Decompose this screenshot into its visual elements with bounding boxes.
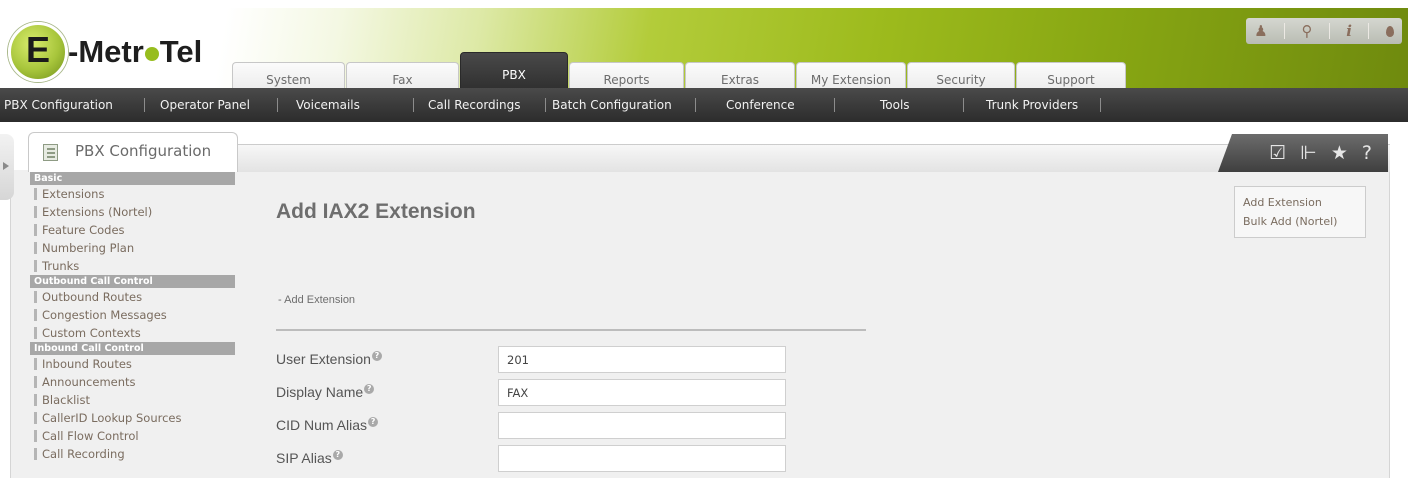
display-name-label-text: Display Name xyxy=(276,384,364,400)
sip-alias-input[interactable] xyxy=(498,445,786,472)
left-nav: Basic Extensions Extensions (Nortel) Fea… xyxy=(30,172,235,463)
cid-num-alias-label-text: CID Num Alias xyxy=(276,417,368,433)
header-banner: E -Metr Tel ♟ ⚲ i System Fax PBX Reports … xyxy=(0,8,1408,96)
page-title: Add IAX2 Extension xyxy=(276,200,476,223)
nav-item-feature-codes[interactable]: Feature Codes xyxy=(30,221,235,239)
nav-section-inbound: Inbound Call Control xyxy=(30,342,235,355)
submenu-divider xyxy=(277,98,278,112)
sidebar-toggle[interactable] xyxy=(0,134,14,200)
edit-icon[interactable]: ☑ xyxy=(1269,143,1286,163)
page-tab[interactable]: PBX Configuration xyxy=(28,132,238,172)
submenu-bar: PBX Configuration Operator Panel Voicema… xyxy=(0,88,1408,122)
submenu-divider xyxy=(963,98,964,112)
form-row-display-name: Display Name? xyxy=(276,379,796,407)
submenu-batch-configuration[interactable]: Batch Configuration xyxy=(552,88,672,122)
logo-dot xyxy=(144,46,159,61)
help-icon[interactable]: ? xyxy=(364,384,375,394)
submenu-divider xyxy=(834,98,835,112)
submenu-operator-panel[interactable]: Operator Panel xyxy=(160,88,250,122)
nav-item-inbound-routes[interactable]: Inbound Routes xyxy=(30,355,235,373)
sip-alias-label: SIP Alias? xyxy=(276,450,343,466)
nav-item-extensions-nortel[interactable]: Extensions (Nortel) xyxy=(30,203,235,221)
nav-item-blacklist[interactable]: Blacklist xyxy=(30,391,235,409)
logo-text-post: Tel xyxy=(159,34,203,69)
cid-num-alias-input[interactable] xyxy=(498,412,786,439)
side-links-box: Add Extension Bulk Add (Nortel) xyxy=(1234,186,1366,238)
section-divider xyxy=(276,329,866,331)
bulk-add-nortel-link[interactable]: Bulk Add (Nortel) xyxy=(1243,212,1365,231)
help-icon[interactable]: ? xyxy=(371,351,382,361)
submenu-trunk-providers[interactable]: Trunk Providers xyxy=(986,88,1078,122)
nav-item-numbering-plan[interactable]: Numbering Plan xyxy=(30,239,235,257)
submenu-divider xyxy=(144,98,145,112)
nav-item-trunks[interactable]: Trunks xyxy=(30,257,235,275)
user-icon[interactable]: ♟ xyxy=(1254,22,1267,40)
add-extension-link[interactable]: Add Extension xyxy=(1243,193,1365,212)
utility-divider xyxy=(1284,23,1286,39)
help-icon[interactable]: ? xyxy=(368,417,379,427)
display-name-label: Display Name? xyxy=(276,384,375,400)
user-extension-input[interactable] xyxy=(498,346,786,373)
app-window: E -Metr Tel ♟ ⚲ i System Fax PBX Reports … xyxy=(0,0,1408,478)
nav-section-basic: Basic xyxy=(30,172,235,185)
help-icon[interactable]: ? xyxy=(1362,143,1372,163)
submenu-call-recordings[interactable]: Call Recordings xyxy=(428,88,520,122)
section-heading: - Add Extension xyxy=(278,294,356,306)
form-row-sip-alias: SIP Alias? xyxy=(276,445,796,473)
utility-divider xyxy=(1368,23,1370,39)
search-icon[interactable]: ⚲ xyxy=(1301,22,1312,40)
logo-letter: E xyxy=(25,29,50,70)
dock-icon[interactable]: ⊩ xyxy=(1300,143,1317,163)
chevron-right-icon xyxy=(3,162,9,170)
logo-text: -Metr Tel xyxy=(68,34,202,70)
submenu-pbx-configuration[interactable]: PBX Configuration xyxy=(4,88,113,122)
submenu-tools[interactable]: Tools xyxy=(880,88,910,122)
info-icon[interactable]: i xyxy=(1346,22,1352,40)
document-icon xyxy=(43,144,58,161)
page-actions: ☑ ⊩ ★ ? xyxy=(1218,134,1388,172)
sip-alias-label-text: SIP Alias xyxy=(276,450,332,466)
nav-item-outbound-routes[interactable]: Outbound Routes xyxy=(30,288,235,306)
drop-icon[interactable] xyxy=(1385,25,1394,37)
user-extension-label-text: User Extension xyxy=(276,351,371,367)
submenu-divider xyxy=(413,98,414,112)
help-icon[interactable]: ? xyxy=(332,450,343,460)
nav-section-outbound: Outbound Call Control xyxy=(30,275,235,288)
nav-item-announcements[interactable]: Announcements xyxy=(30,373,235,391)
submenu-voicemails[interactable]: Voicemails xyxy=(296,88,360,122)
form-row-user-extension: User Extension? xyxy=(276,346,796,374)
nav-item-congestion-messages[interactable]: Congestion Messages xyxy=(30,306,235,324)
cid-num-alias-label: CID Num Alias? xyxy=(276,417,379,433)
utility-toolbar: ♟ ⚲ i xyxy=(1246,18,1402,44)
logo-text-pre: -Metr xyxy=(68,34,144,69)
submenu-divider xyxy=(695,98,696,112)
nav-item-call-recording[interactable]: Call Recording xyxy=(30,445,235,463)
nav-item-extensions[interactable]: Extensions xyxy=(30,185,235,203)
utility-divider xyxy=(1328,23,1330,39)
form-row-cid-num-alias: CID Num Alias? xyxy=(276,412,796,440)
logo[interactable]: E -Metr Tel xyxy=(8,22,224,82)
nav-item-custom-contexts[interactable]: Custom Contexts xyxy=(30,324,235,342)
submenu-conference[interactable]: Conference xyxy=(726,88,795,122)
nav-item-call-flow-control[interactable]: Call Flow Control xyxy=(30,427,235,445)
nav-item-callerid-lookup[interactable]: CallerID Lookup Sources xyxy=(30,409,235,427)
star-icon[interactable]: ★ xyxy=(1331,143,1348,163)
display-name-input[interactable] xyxy=(498,379,786,406)
submenu-divider xyxy=(1100,98,1101,112)
submenu-divider xyxy=(545,98,546,112)
user-extension-label: User Extension? xyxy=(276,351,382,367)
page-tab-label: PBX Configuration xyxy=(75,142,212,160)
page-tab-bar xyxy=(238,144,1390,172)
